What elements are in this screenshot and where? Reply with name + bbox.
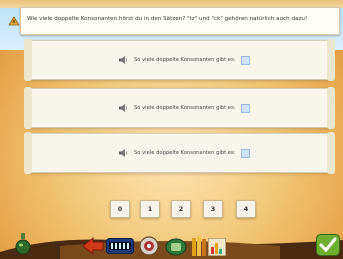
- row-label: So viele doppelte Konsonanten gibt es:: [134, 150, 236, 156]
- number-button-3[interactable]: 3: [203, 200, 223, 218]
- check-icon[interactable]: [316, 234, 340, 256]
- green-helper-icon[interactable]: [165, 236, 187, 256]
- sentence-panel-1: So viele doppelte Konsonanten gibt es:: [24, 39, 335, 81]
- answer-box-1[interactable]: [241, 55, 251, 65]
- row-label: So viele doppelte Konsonanten gibt es:: [134, 57, 236, 63]
- game-stage: Wie viele doppelte Konsonanten hörst du …: [0, 0, 343, 259]
- dial-icon[interactable]: [139, 236, 159, 256]
- speaker-icon[interactable]: [119, 104, 128, 112]
- sentence-panel-3: So viele doppelte Konsonanten gibt es:: [24, 132, 335, 174]
- red-arrow-icon[interactable]: [82, 236, 104, 256]
- number-button-0[interactable]: 0: [110, 200, 130, 218]
- instruction-text: Wie viele doppelte Konsonanten hörst du …: [27, 16, 308, 22]
- number-button-4[interactable]: 4: [236, 200, 256, 218]
- chart-icon[interactable]: [208, 238, 226, 256]
- info-icon: [8, 12, 20, 26]
- row-label: So viele doppelte Konsonanten gibt es:: [134, 105, 236, 111]
- instruction-box: Wie viele doppelte Konsonanten hörst du …: [20, 7, 340, 35]
- score-counter-icon: [106, 238, 134, 254]
- number-button-1[interactable]: 1: [140, 200, 160, 218]
- speaker-icon[interactable]: [119, 56, 128, 64]
- answer-box-3[interactable]: [241, 148, 251, 158]
- speaker-icon[interactable]: [119, 149, 128, 157]
- potion-icon[interactable]: [14, 232, 32, 256]
- number-button-2[interactable]: 2: [171, 200, 191, 218]
- answer-box-2[interactable]: [241, 103, 251, 113]
- sentence-panel-2: So viele doppelte Konsonanten gibt es:: [24, 87, 335, 129]
- books-icon[interactable]: [191, 235, 207, 257]
